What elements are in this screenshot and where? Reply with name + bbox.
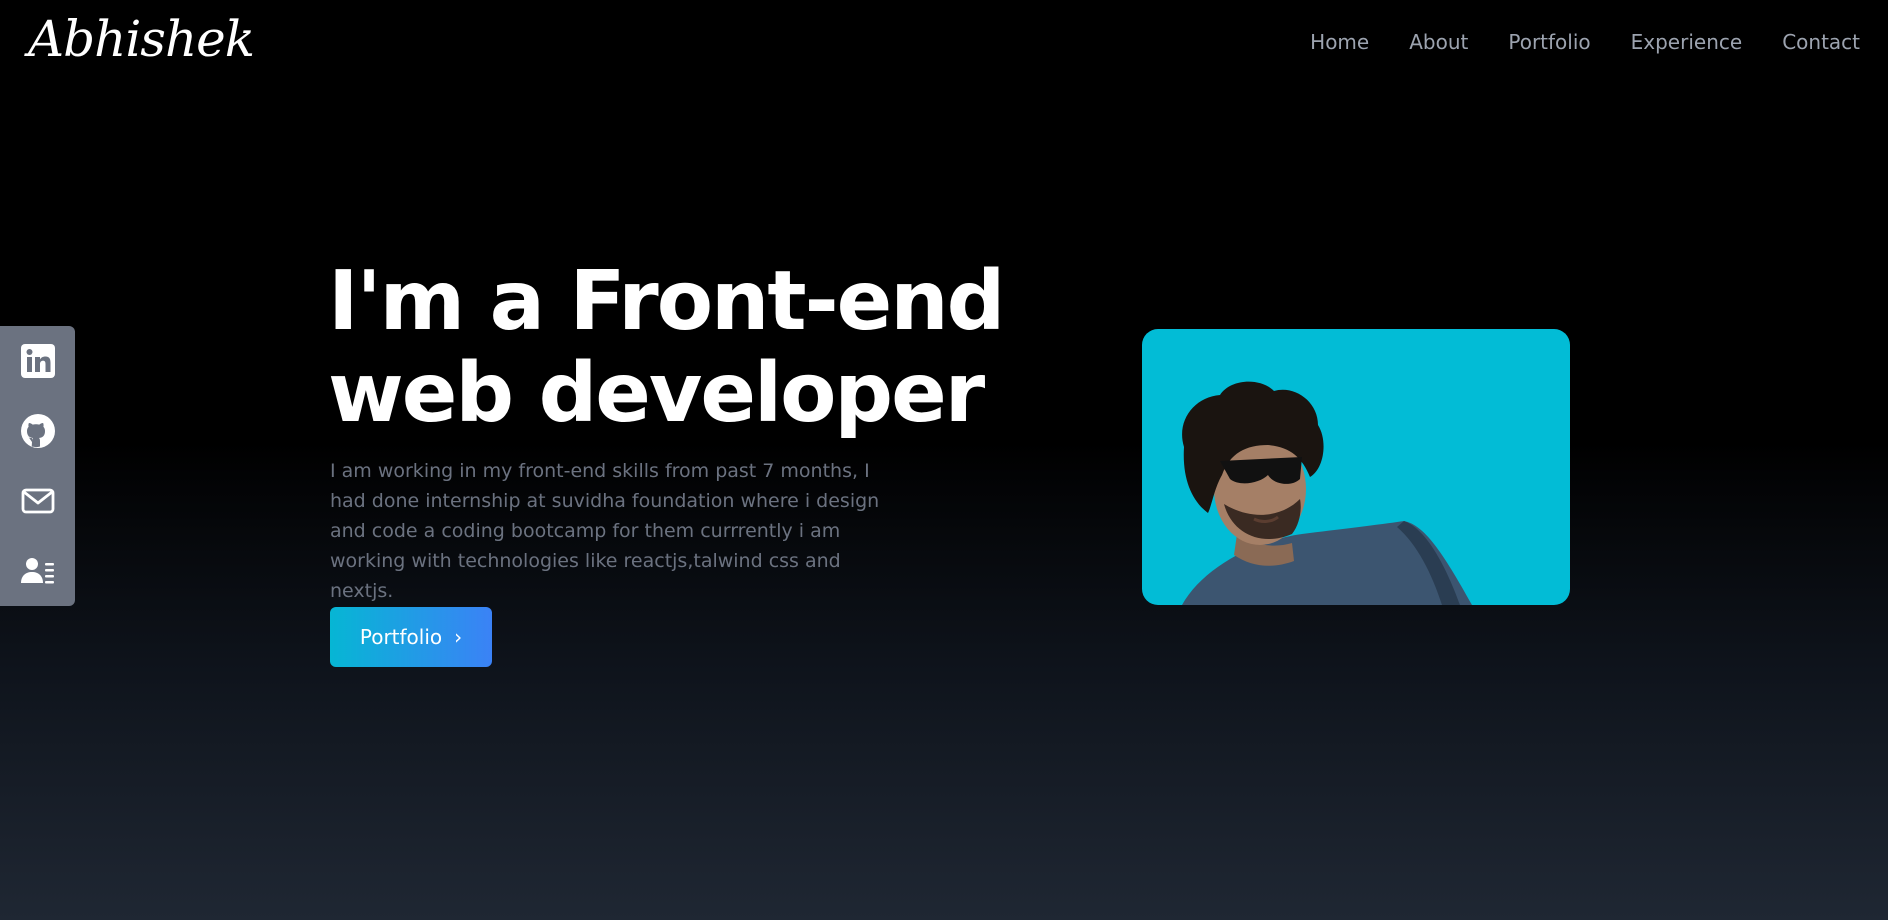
chevron-right-icon: › [454, 625, 463, 649]
hero-title-line-2: web developer [328, 346, 985, 441]
portfolio-button[interactable]: Portfolio › [330, 607, 492, 667]
profile-portrait-illustration [1182, 381, 1472, 605]
hero-title: I'm a Front-end web developer [328, 256, 1068, 440]
mail-icon [21, 488, 54, 514]
nav-links: Home About Portfolio Experience Contact [1270, 30, 1860, 54]
hero-title-line-1: I'm a Front-end [328, 254, 1005, 349]
logo[interactable]: Abhishek [28, 4, 255, 74]
linkedin-icon [20, 344, 55, 378]
nav-link-experience[interactable]: Experience [1631, 30, 1743, 54]
social-resume[interactable] [0, 536, 75, 606]
hero-description: I am working in my front-end skills from… [330, 460, 880, 602]
nav-link-portfolio[interactable]: Portfolio [1508, 30, 1590, 54]
social-links-bar [0, 326, 75, 606]
portfolio-button-label: Portfolio [359, 625, 443, 649]
social-github[interactable] [0, 396, 75, 466]
resume-icon [20, 558, 54, 584]
profile-photo [1142, 329, 1570, 605]
nav-link-about[interactable]: About [1409, 30, 1468, 54]
nav-link-home[interactable]: Home [1310, 30, 1369, 54]
navbar: Abhishek Home About Portfolio Experience… [0, 0, 1888, 92]
social-linkedin[interactable] [0, 326, 75, 396]
github-icon [20, 414, 55, 448]
social-mail[interactable] [0, 466, 75, 536]
nav-link-contact[interactable]: Contact [1782, 30, 1860, 54]
